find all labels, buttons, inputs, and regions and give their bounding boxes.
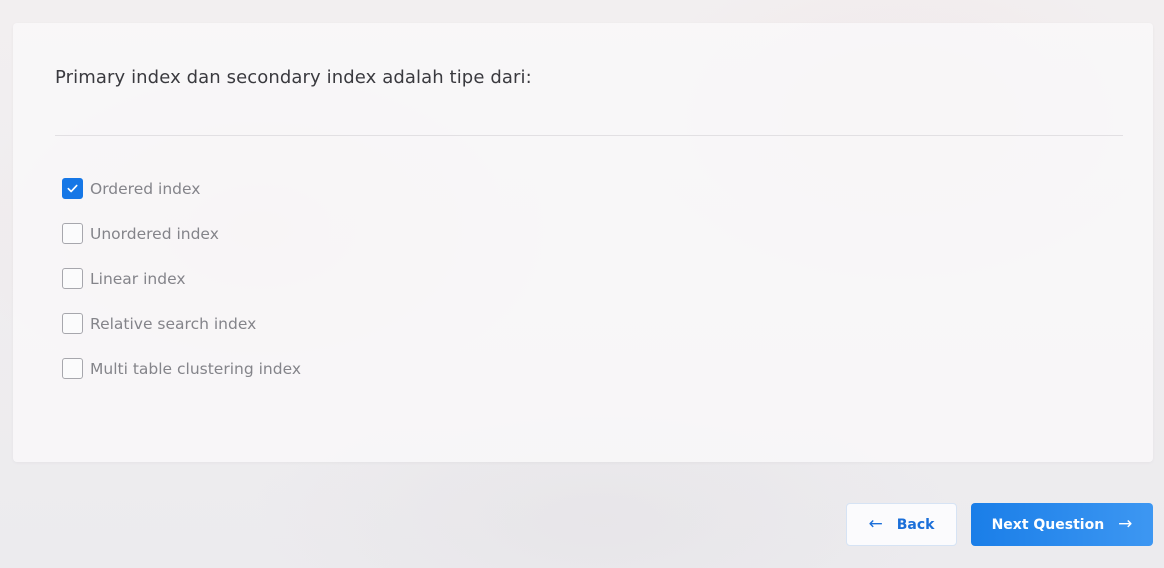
checkbox-ordered-index[interactable] [62, 178, 83, 199]
question-text: Primary index dan secondary index adalah… [55, 67, 532, 88]
arrow-right-icon: → [1118, 514, 1133, 534]
option-label: Unordered index [90, 224, 219, 243]
checkmark-icon [67, 184, 78, 193]
option-label: Multi table clustering index [90, 359, 302, 378]
back-button-label: Back [896, 516, 935, 533]
checkbox-relative-search-index[interactable] [62, 313, 83, 334]
arrow-left-icon: ← [868, 514, 883, 534]
back-button[interactable]: ← Back [846, 503, 957, 546]
answer-options: Ordered index Unordered index Linear ind… [62, 177, 301, 402]
option-label: Relative search index [90, 314, 257, 333]
option-multi-table-clustering-index[interactable]: Multi table clustering index [62, 357, 301, 380]
option-linear-index[interactable]: Linear index [62, 267, 301, 290]
option-unordered-index[interactable]: Unordered index [62, 222, 301, 245]
option-label: Ordered index [90, 179, 201, 198]
checkbox-unordered-index[interactable] [62, 223, 83, 244]
option-ordered-index[interactable]: Ordered index [62, 177, 301, 200]
question-card: Primary index dan secondary index adalah… [13, 23, 1153, 462]
next-question-button[interactable]: Next Question → [971, 503, 1153, 546]
checkbox-linear-index[interactable] [62, 268, 83, 289]
divider [55, 135, 1123, 136]
next-question-button-label: Next Question [991, 516, 1105, 533]
option-relative-search-index[interactable]: Relative search index [62, 312, 301, 335]
option-label: Linear index [90, 269, 186, 288]
checkbox-multi-table-clustering-index[interactable] [62, 358, 83, 379]
